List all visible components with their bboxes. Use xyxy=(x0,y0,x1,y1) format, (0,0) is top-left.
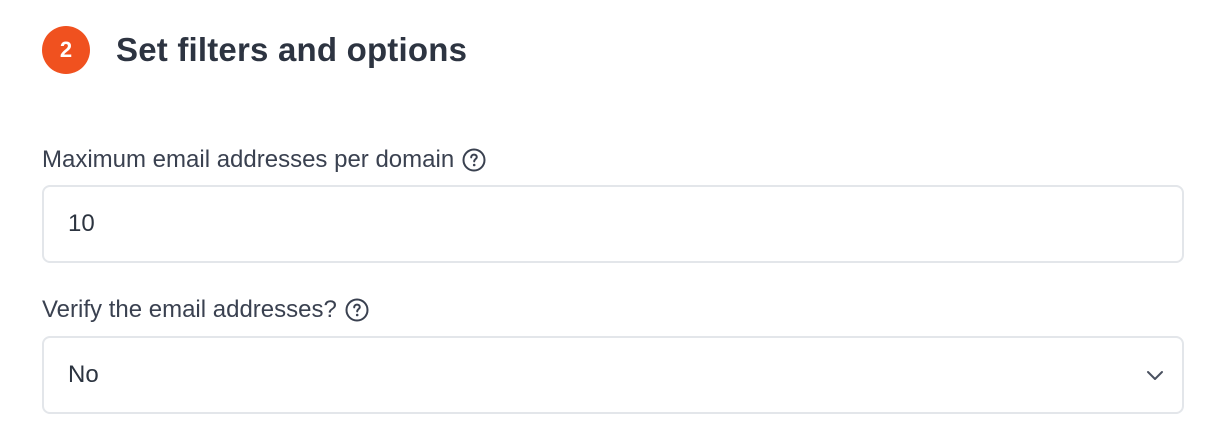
step-number-badge: 2 xyxy=(42,26,90,74)
step-header: 2 Set filters and options xyxy=(42,26,467,74)
max-emails-input[interactable]: 10 xyxy=(42,185,1184,263)
verify-select[interactable]: No xyxy=(42,336,1184,414)
chevron-down-icon xyxy=(1146,367,1164,383)
step-title: Set filters and options xyxy=(116,31,468,68)
max-emails-label: Maximum email addresses per domain xyxy=(42,146,455,173)
verify-selected-value: No xyxy=(68,361,99,388)
help-icon[interactable] xyxy=(345,298,369,322)
verify-label-row: Verify the email addresses? xyxy=(42,294,369,326)
max-emails-label-row: Maximum email addresses per domain xyxy=(42,144,486,176)
verify-label: Verify the email addresses? xyxy=(42,296,337,323)
max-emails-value: 10 xyxy=(68,210,95,237)
help-icon[interactable] xyxy=(462,148,486,172)
